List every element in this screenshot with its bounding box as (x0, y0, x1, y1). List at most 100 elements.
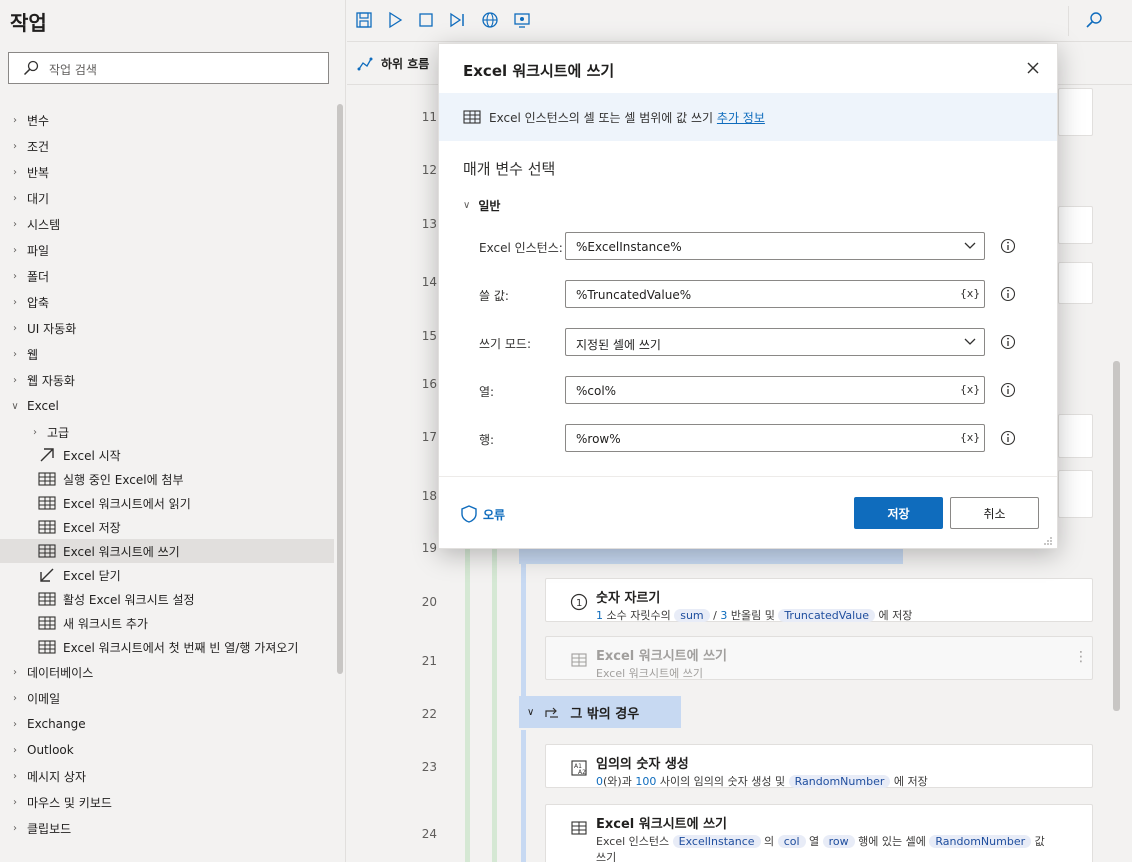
desktop-recorder-icon[interactable] (513, 11, 531, 29)
cancel-button[interactable]: 취소 (950, 497, 1039, 529)
subflows-tab[interactable]: 하위 흐름 (357, 55, 429, 72)
action-category-label: 파일 (27, 243, 50, 258)
action-card-write-excel-disabled[interactable]: Excel 워크시트에 쓰기 Excel 워크시트에 쓰기 ⋮ (545, 636, 1093, 680)
chevron-right-icon: › (13, 192, 17, 204)
action-item[interactable]: Excel 시작 (38, 443, 334, 467)
action-item[interactable]: Excel 워크시트에서 첫 번째 빈 열/행 가져오기 (38, 635, 334, 659)
excel-icon (38, 615, 56, 631)
shield-icon (461, 505, 477, 523)
action-card-truncate-number[interactable]: 1 숫자 자르기 1 소수 자릿수의 sum / 3 반올림 및 Truncat… (545, 578, 1093, 622)
flow-bar-outer (465, 516, 470, 862)
excel-icon (38, 471, 56, 487)
action-category[interactable]: › 조건 (0, 134, 334, 158)
action-category[interactable]: › 반복 (0, 160, 334, 184)
general-group-toggle[interactable]: ∨ 일반 (463, 197, 500, 214)
write-mode-field[interactable]: 지정된 셀에 쓰기 (565, 328, 985, 356)
action-card-line-14[interactable] (1058, 262, 1093, 304)
line-number: 20 (421, 595, 437, 609)
more-options-icon[interactable]: ⋮ (1074, 649, 1088, 665)
action-subcategory[interactable]: › 고급 (20, 420, 334, 444)
action-category[interactable]: › Outlook (0, 738, 334, 762)
card-description-cont: 쓰기 (596, 851, 617, 862)
actions-search-input[interactable]: 작업 검색 (8, 52, 329, 84)
action-category-label: 대기 (27, 191, 50, 206)
chevron-down-icon[interactable] (964, 337, 976, 347)
search-placeholder: 작업 검색 (49, 63, 97, 77)
search-flow-icon[interactable] (1085, 11, 1103, 29)
variable-picker-icon[interactable]: {x} (960, 431, 980, 444)
save-button[interactable]: 저장 (854, 497, 943, 529)
action-category[interactable]: › 메시지 상자 (0, 764, 334, 788)
run-next-action-icon[interactable] (448, 11, 466, 29)
action-item[interactable]: Excel 저장 (38, 515, 334, 539)
excel-instance-field[interactable]: %ExcelInstance% (565, 232, 985, 260)
field-label: 쓰기 모드: (479, 337, 532, 351)
action-category[interactable]: › UI 자동화 (0, 316, 334, 340)
info-icon[interactable] (1000, 286, 1016, 302)
variable-picker-icon[interactable]: {x} (960, 287, 980, 300)
value-to-write-field[interactable]: %TruncatedValue% {x} (565, 280, 985, 308)
errors-button[interactable]: 오류 (461, 505, 505, 523)
actions-scrollbar[interactable] (337, 104, 343, 674)
action-category[interactable]: › 대기 (0, 186, 334, 210)
action-card-line-13[interactable] (1058, 206, 1093, 244)
chevron-down-icon: ∨ (463, 200, 471, 211)
row-field[interactable]: %row% {x} (565, 424, 985, 452)
info-icon[interactable] (1000, 334, 1016, 350)
action-card-line-18[interactable] (1058, 470, 1093, 518)
designer-toolbar (347, 0, 1132, 42)
action-item[interactable]: 새 워크시트 추가 (38, 611, 334, 635)
web-recorder-icon[interactable] (481, 11, 499, 29)
action-category[interactable]: › 웹 자동화 (0, 368, 334, 392)
action-category[interactable]: › 웹 (0, 342, 334, 366)
action-card-line-17[interactable] (1058, 414, 1093, 458)
action-item[interactable]: Excel 워크시트에 쓰기 (0, 539, 334, 563)
column-field[interactable]: %col% {x} (565, 376, 985, 404)
action-card-line-11[interactable] (1058, 88, 1093, 136)
chevron-right-icon: › (13, 322, 17, 334)
action-item[interactable]: Excel 닫기 (38, 563, 334, 587)
action-item[interactable]: 실행 중인 Excel에 첨부 (38, 467, 334, 491)
canvas-scrollbar[interactable] (1113, 361, 1120, 711)
variable-token: RandomNumber (788, 775, 891, 788)
line-number: 12 (421, 163, 437, 177)
action-category[interactable]: › 폴더 (0, 264, 334, 288)
close-icon[interactable] (1025, 60, 1041, 76)
excel-icon (463, 110, 481, 124)
excel-icon (38, 591, 56, 607)
action-category[interactable]: › 클립보드 (0, 816, 334, 840)
action-category[interactable]: › 압축 (0, 290, 334, 314)
action-item[interactable]: 활성 Excel 워크시트 설정 (38, 587, 334, 611)
more-info-link[interactable]: 추가 정보 (717, 111, 765, 125)
action-category[interactable]: › 마우스 및 키보드 (0, 790, 334, 814)
action-card-random-number[interactable]: A1 A2 임의의 숫자 생성 0(와)과 100 사이의 임의의 숫자 생성 및… (545, 744, 1093, 788)
action-category[interactable]: › 이메일 (0, 686, 334, 710)
action-category[interactable]: › 시스템 (0, 212, 334, 236)
chevron-down-icon[interactable] (964, 241, 976, 251)
chevron-right-icon: › (13, 744, 17, 756)
info-icon[interactable] (1000, 430, 1016, 446)
action-category[interactable]: › 파일 (0, 238, 334, 262)
action-item-label: Excel 닫기 (63, 568, 121, 583)
card-description: 1 소수 자릿수의 sum / 3 반올림 및 TruncatedValue 에… (596, 609, 913, 622)
info-icon[interactable] (1000, 382, 1016, 398)
field-label: 열: (479, 385, 495, 399)
variable-picker-icon[interactable]: {x} (960, 383, 980, 396)
collapse-chevron-icon[interactable]: ∨ (527, 707, 534, 718)
action-item[interactable]: Excel 워크시트에서 읽기 (38, 491, 334, 515)
field-value: 지정된 셀에 쓰기 (576, 338, 661, 352)
action-category[interactable]: ∨ Excel (0, 394, 334, 418)
info-icon[interactable] (1000, 238, 1016, 254)
stop-icon[interactable] (417, 11, 435, 29)
run-icon[interactable] (386, 11, 404, 29)
action-item-label: Excel 워크시트에서 첫 번째 빈 열/행 가져오기 (63, 640, 299, 655)
action-category[interactable]: › Exchange (0, 712, 334, 736)
action-category-label: 데이터베이스 (27, 665, 94, 680)
action-category[interactable]: › 변수 (0, 108, 334, 132)
save-icon[interactable] (355, 11, 373, 29)
line-number: 24 (421, 827, 437, 841)
else-group-header[interactable]: ∨ 그 밖의 경우 (519, 696, 681, 728)
resize-grip-icon[interactable] (1043, 536, 1053, 546)
action-category[interactable]: › 데이터베이스 (0, 660, 334, 684)
action-card-write-excel[interactable]: Excel 워크시트에 쓰기 Excel 인스턴스 ExcelInstance … (545, 804, 1093, 862)
